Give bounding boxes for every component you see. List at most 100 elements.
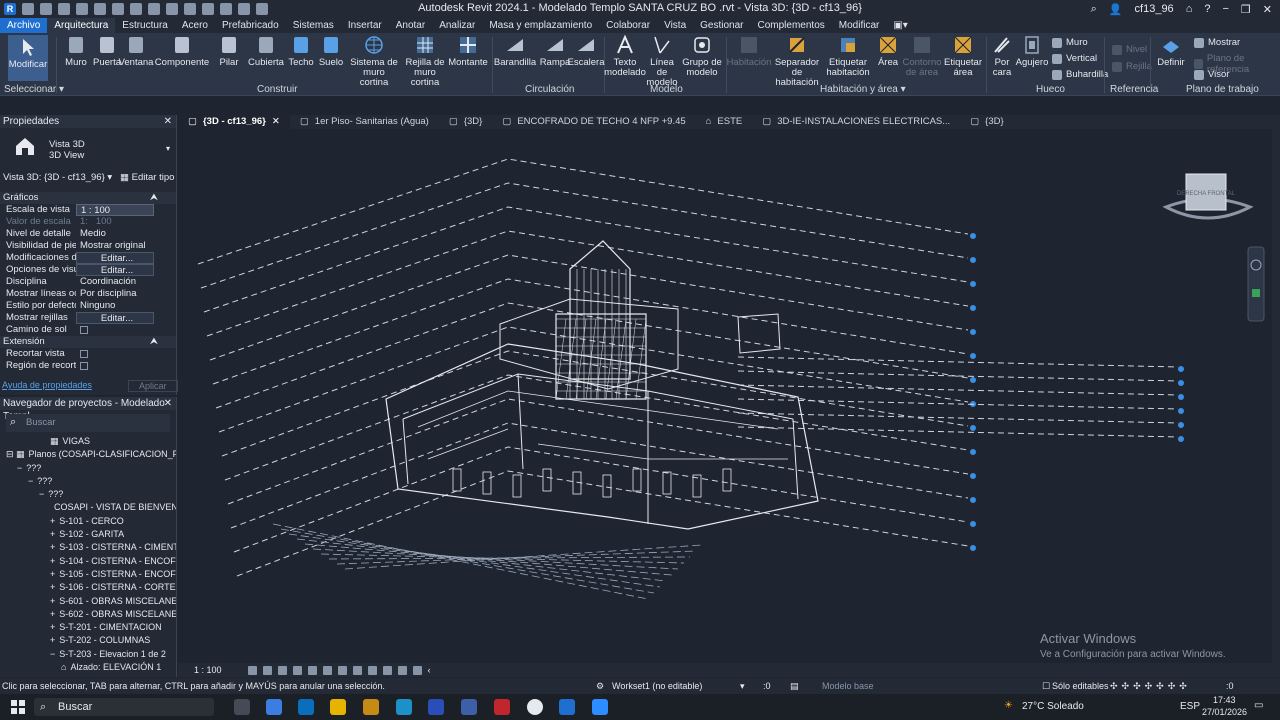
windows-start-icon[interactable] <box>10 699 26 715</box>
browser-item[interactable]: + S-602 - OBRAS MISCELANEAS <box>0 608 176 621</box>
room-button[interactable]: Habitación <box>727 35 771 68</box>
shadows-icon[interactable] <box>292 665 302 675</box>
app-icon[interactable] <box>461 699 477 715</box>
help-icon[interactable]: ? <box>1204 3 1210 15</box>
grid-button[interactable]: Rejilla <box>1112 61 1152 72</box>
tree-toggle-icon[interactable]: + <box>50 582 55 592</box>
thin-lines-icon[interactable] <box>220 3 232 15</box>
suelo-button[interactable]: Suelo <box>318 35 344 68</box>
app-icon[interactable] <box>428 699 444 715</box>
extent-group-header[interactable]: Extensión ⮝ <box>0 336 176 348</box>
room-area-panel-label[interactable]: Habitación y área ▾ <box>820 84 906 95</box>
level-button[interactable]: Nivel <box>1112 44 1147 55</box>
edge-icon[interactable] <box>396 699 412 715</box>
section-icon[interactable] <box>202 3 214 15</box>
rampa-button[interactable]: Rampa <box>540 35 570 68</box>
model-line-button[interactable]: Línea de modelo <box>644 35 680 88</box>
minimize-button[interactable]: − <box>1222 3 1228 15</box>
browser-item[interactable]: + S-T-201 - CIMENTACION <box>0 621 176 634</box>
ribbon-tab-insertar[interactable]: Insertar <box>341 18 389 33</box>
browser-item[interactable]: −??? <box>0 475 176 488</box>
property-value[interactable]: Editar... <box>76 252 154 264</box>
barandilla-button[interactable]: Barandilla <box>494 35 536 68</box>
highlight-icon[interactable] <box>412 665 422 675</box>
outlook-icon[interactable] <box>298 699 314 715</box>
tree-toggle-icon[interactable]: − <box>50 649 55 659</box>
viewport-scrollbar[interactable] <box>1272 129 1280 663</box>
area-boundary-button[interactable]: Contorno de área <box>902 35 942 78</box>
revit-logo-icon[interactable]: R <box>4 3 16 15</box>
ribbon-tab-analizar[interactable]: Analizar <box>432 18 482 33</box>
property-checkbox[interactable] <box>80 362 88 370</box>
tree-toggle-icon[interactable]: ▦ <box>50 436 59 446</box>
tree-toggle-icon[interactable]: + <box>50 542 55 552</box>
chrome-icon[interactable] <box>527 699 543 715</box>
view-tab[interactable]: ▢ ENCOFRADO DE TECHO 4 NFP +9.45 <box>492 115 695 129</box>
browser-item[interactable]: −??? <box>0 488 176 501</box>
chevron-down-icon[interactable]: ▾ <box>740 678 745 694</box>
contextual-tab-icon[interactable]: ▣▾ <box>886 18 914 33</box>
property-checkbox[interactable] <box>80 350 88 358</box>
model-canvas[interactable]: DERECHA FRONTAL <box>178 129 1272 663</box>
property-value[interactable]: Ninguno <box>76 300 176 312</box>
browser-item[interactable]: ▦ VIGAS <box>0 435 176 448</box>
browser-item[interactable]: ⊟ ▦Planos (COSAPI-CLASIFICACION_PLAN <box>0 448 176 461</box>
edit-type-button[interactable]: ▦ Editar tipo <box>120 170 174 186</box>
browser-item[interactable]: + S-601 - OBRAS MISCELANEAS <box>0 595 176 608</box>
workset-selector[interactable]: Workset1 (no editable) <box>612 678 702 694</box>
sun-path-checkbox[interactable] <box>80 326 88 334</box>
language-indicator[interactable]: ESP <box>1180 701 1200 712</box>
puerta-button[interactable]: Puerta <box>93 35 121 68</box>
acrobat-icon[interactable] <box>494 699 510 715</box>
ribbon-tab-modificar[interactable]: Modificar <box>832 18 887 33</box>
file-explorer-icon[interactable] <box>330 699 346 715</box>
view-scale[interactable]: 1 : 100 <box>194 665 222 675</box>
by-face-button[interactable]: Por cara <box>988 35 1016 78</box>
tree-toggle-icon[interactable]: + <box>50 609 55 619</box>
tag-area-button[interactable]: Etiquetar área <box>944 35 982 78</box>
design-options-icon[interactable]: ▤ <box>790 678 799 694</box>
property-value[interactable]: Por disciplina <box>76 288 176 300</box>
browser-item[interactable]: + S-106 - CISTERNA - CORTE Y E <box>0 581 176 594</box>
weather-text[interactable]: 27°C Soleado <box>1022 701 1084 712</box>
design-option-selector[interactable]: Modelo base <box>822 678 874 694</box>
save-icon[interactable] <box>40 3 52 15</box>
shaft-button[interactable]: Agujero <box>1016 35 1048 68</box>
tree-toggle-icon[interactable]: + <box>50 635 55 645</box>
tag-room-button[interactable]: Etiquetar habitación <box>826 35 870 78</box>
componente-button[interactable]: Componente <box>155 35 209 68</box>
apply-button[interactable]: Aplicar <box>128 380 178 392</box>
clock-date[interactable]: 27/01/2026 <box>1202 707 1247 717</box>
dimension-icon[interactable] <box>148 3 160 15</box>
measure-icon[interactable] <box>130 3 142 15</box>
ribbon-tab-archivo[interactable]: Archivo <box>0 18 48 33</box>
browser-item[interactable]: + S-102 - GARITA <box>0 528 176 541</box>
instance-selector[interactable]: Vista 3D: {3D - cf13_96} ▾ ▦ Editar tipo <box>0 170 176 186</box>
hide-isolate-icon[interactable] <box>367 665 377 675</box>
property-value[interactable]: Mostrar original <box>76 240 176 252</box>
modify-button[interactable]: Modificar <box>8 35 48 81</box>
escalera-button[interactable]: Escalera <box>568 35 604 68</box>
view-tab[interactable]: ▢ 1er Piso- Sanitarias (Agua) <box>290 115 439 129</box>
ribbon-tab-masa-y-emplazamiento[interactable]: Masa y emplazamiento <box>482 18 599 33</box>
search-icon[interactable]: ⌕ <box>1091 3 1097 16</box>
zoom-icon[interactable] <box>592 699 608 715</box>
tree-toggle-icon[interactable]: − <box>17 463 22 473</box>
view-tab[interactable]: ▢ {3D} <box>960 115 1013 129</box>
ribbon-tab-anotar[interactable]: Anotar <box>389 18 432 33</box>
3d-viewport[interactable]: DERECHA FRONTAL Activar Windows Ve a Con… <box>178 129 1272 663</box>
chevron-left-icon[interactable]: ‹ <box>428 665 431 675</box>
browser-item[interactable]: COSAPI - VISTA DE BIENVENID <box>0 501 176 514</box>
3d-view-icon[interactable] <box>184 3 196 15</box>
browser-item[interactable]: + S-T-202 - COLUMNAS <box>0 634 176 647</box>
browser-item[interactable]: − S-T-203 - Elevacion 1 de 2 <box>0 648 176 661</box>
crop-icon[interactable] <box>322 665 332 675</box>
cubierta-button[interactable]: Cubierta <box>248 35 284 68</box>
user-icon[interactable]: 👤 <box>1109 3 1123 16</box>
store-icon[interactable] <box>363 699 379 715</box>
property-value[interactable]: Coordinación <box>76 276 176 288</box>
ribbon-tab-prefabricado[interactable]: Prefabricado <box>215 18 286 33</box>
copilot-icon[interactable] <box>266 699 282 715</box>
visual-style-icon[interactable] <box>262 665 272 675</box>
task-view-icon[interactable] <box>234 699 250 715</box>
